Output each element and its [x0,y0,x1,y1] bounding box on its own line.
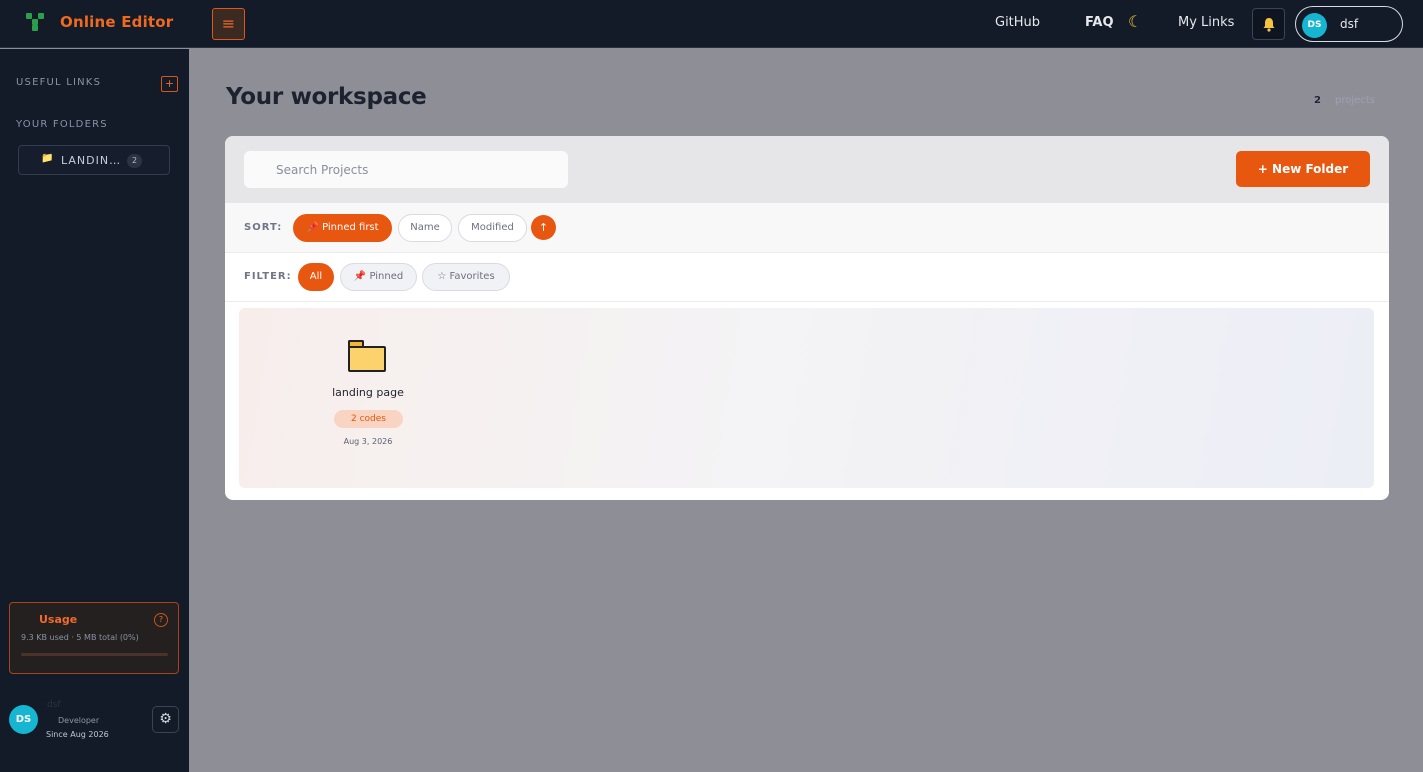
notifications-button[interactable] [1252,8,1285,40]
panel-header: + New Folder [225,136,1389,203]
sort-direction-button[interactable]: ↑ [531,215,556,240]
folder-icon [346,338,390,374]
pin-icon: 📌 [353,271,367,282]
gear-icon: ⚙ [159,711,172,727]
profile-since: Since Aug 2026 [46,730,109,739]
folder-card-name: landing page [332,386,404,399]
arrow-up-icon: ↑ [538,221,549,234]
filter-bar: FILTER: All 📌 Pinned ☆ Favorites [225,253,1389,302]
hamburger-menu-button[interactable]: ≡ [212,8,245,40]
star-icon: ☆ [437,271,447,282]
project-count: 2 [1314,95,1321,106]
your-folders-heading: YOUR FOLDERS [16,119,108,130]
profile-role: Developer [58,716,100,725]
usage-title: Usage [39,613,78,626]
sidebar-folder-item[interactable]: 📁 LANDIN… 2 [18,145,170,175]
folder-icon: 📁 [41,153,54,164]
settings-button[interactable]: ⚙ [152,706,179,733]
sidebar: USEFUL LINKS + YOUR FOLDERS 📁 LANDIN… 2 … [0,49,189,772]
sort-pinned-first[interactable]: 📌 Pinned first [293,214,392,242]
nav-link-github[interactable]: GitHub [995,15,1040,30]
search-input[interactable] [244,151,568,188]
avatar: DS [1302,13,1327,38]
bell-icon [1263,18,1274,32]
hamburger-icon: ≡ [221,14,236,33]
user-menu-button[interactable]: DS dsf [1295,6,1403,42]
user-name: dsf [1340,17,1359,31]
usage-panel: Usage ? 9.3 KB used · 5 MB total (0%) [9,602,179,674]
folder-card-badge: 2 codes [334,410,403,428]
usage-progress-bar [21,653,168,656]
help-icon[interactable]: ? [154,613,168,627]
profile-name: dsf [47,700,61,710]
filter-pinned[interactable]: 📌 Pinned [340,263,417,291]
folder-grid: landing page 2 codes Aug 3, 2026 [239,308,1374,488]
sort-modified[interactable]: Modified [458,214,527,242]
moon-icon[interactable]: ☾ [1128,12,1142,31]
add-link-button[interactable]: + [161,76,178,92]
folder-card[interactable]: landing page 2 codes Aug 3, 2026 [319,338,417,458]
filter-all[interactable]: All [298,263,334,291]
useful-links-heading: USEFUL LINKS [16,77,102,88]
sidebar-folder-count: 2 [127,154,142,168]
filter-label: FILTER: [244,271,292,282]
folder-card-date: Aug 3, 2026 [343,437,393,446]
logo-icon[interactable] [26,13,44,31]
page-title: Your workspace [226,84,427,110]
sort-name[interactable]: Name [398,214,452,242]
sidebar-folder-label: LANDIN… [61,154,122,167]
nav-link-my-links[interactable]: My Links [1178,15,1234,30]
sort-label: SORT: [244,222,283,233]
pin-icon: 📌 [306,222,319,233]
profile-avatar[interactable]: DS [9,705,38,734]
project-count-label: projects [1335,95,1375,106]
brand-name[interactable]: Online Editor [60,13,173,31]
top-navbar: Online Editor ≡ GitHub FAQ ☾ My Links DS… [0,0,1423,48]
usage-detail: 9.3 KB used · 5 MB total (0%) [21,633,139,642]
workspace-panel: + New Folder SORT: 📌 Pinned first Name M… [225,136,1389,500]
nav-link-faq[interactable]: FAQ [1085,15,1114,30]
filter-favorites[interactable]: ☆ Favorites [422,263,510,291]
sort-bar: SORT: 📌 Pinned first Name Modified ↑ [225,203,1389,253]
new-folder-button[interactable]: + New Folder [1236,151,1370,187]
